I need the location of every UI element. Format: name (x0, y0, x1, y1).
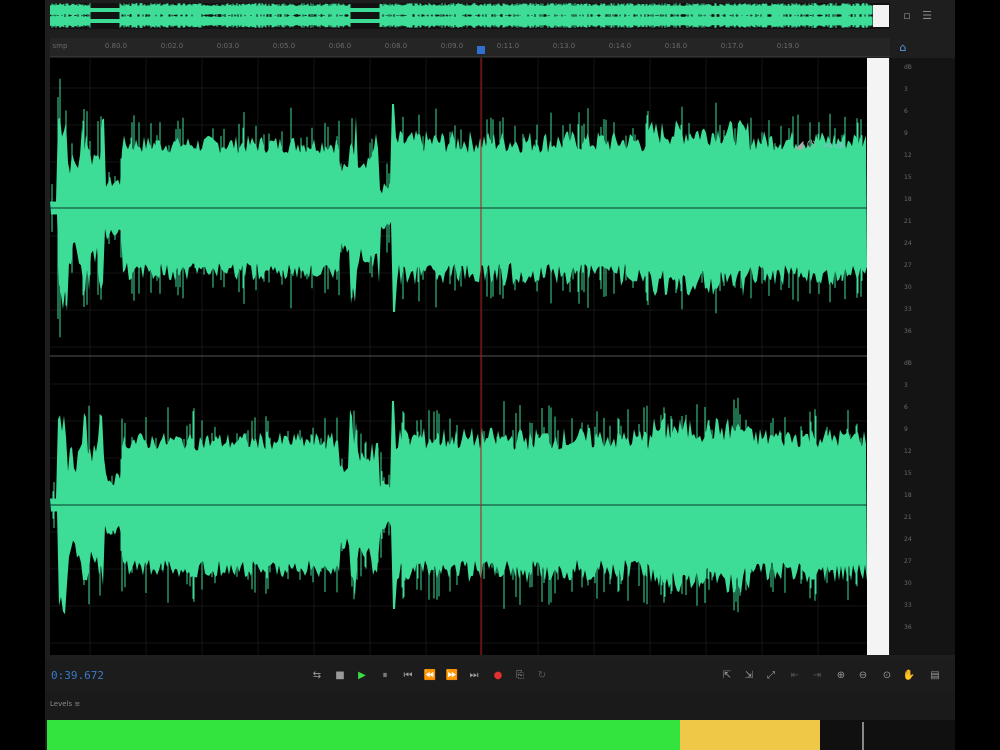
zoom-in-left-icon[interactable]: ⇤ (788, 669, 802, 683)
stop-button[interactable]: ■ (333, 669, 347, 683)
db-scale-label: 3 (904, 382, 908, 389)
db-scale-label: 18 (904, 492, 912, 499)
level-meter-unused (820, 720, 955, 750)
db-scale-label: 6 (904, 108, 908, 115)
db-scale-label: 3 (904, 86, 908, 93)
ruler-tick-label: 0.80.0 (104, 42, 128, 50)
db-scale-label: 30 (904, 580, 912, 587)
db-scale-label: 33 (904, 306, 912, 313)
play-button[interactable]: ▶ (355, 669, 369, 683)
ruler-tick-label: 0:06.0 (328, 42, 352, 50)
ruler-tick-label: smp (52, 42, 68, 50)
skip-forward-button[interactable]: ⏭ (467, 669, 481, 683)
db-scale-label: 18 (904, 196, 912, 203)
time-ruler[interactable]: smp 0.80.0 0:02.0 0:03.0 0:05.0 0:06.0 0:08.0 0… (50, 38, 890, 57)
db-scale-label: dB (904, 64, 912, 71)
pause-button[interactable]: ⏸ (378, 669, 392, 683)
ruler-tick-label: 0:16.0 (664, 42, 688, 50)
ruler-tick-label: 0:19.0 (776, 42, 800, 50)
db-scale-label: 9 (904, 130, 908, 137)
waveform-display[interactable] (50, 58, 867, 655)
ruler-tick-label: 0:14.0 (608, 42, 632, 50)
level-meter-yellow-lower (800, 735, 820, 750)
db-scale-label: 24 (904, 536, 912, 543)
zoom-full-icon[interactable]: ⊙ (880, 669, 894, 683)
hud-amplitude-value: +0 dB (822, 142, 844, 150)
db-scale-label: 15 (904, 174, 912, 181)
loop-selection-icon[interactable]: ↻ (535, 669, 549, 683)
zoom-in-right-icon[interactable]: ⇥ (810, 669, 824, 683)
amplitude-icon: ◢ (795, 138, 804, 151)
zoom-in-amplitude-icon[interactable]: ⇱ (720, 669, 734, 683)
ruler-tick-label: 0:17.0 (720, 42, 744, 50)
power-icon[interactable]: ⏻ (807, 138, 816, 151)
db-scale-label: 6 (904, 404, 908, 411)
db-scale-label: 21 (904, 514, 912, 521)
levels-panel-title: Levels ≡ (50, 700, 81, 708)
zoom-selection-icon[interactable]: ⤢ (764, 669, 778, 683)
db-scale-label: 12 (904, 152, 912, 159)
db-scale-label: 27 (904, 558, 912, 565)
level-meter-yellow (680, 720, 820, 750)
record-button[interactable]: ● (491, 669, 505, 683)
db-scale-label: 21 (904, 218, 912, 225)
db-scale-label: 36 (904, 624, 912, 631)
db-scale-label: 27 (904, 262, 912, 269)
ruler-tick-label: 0:09.0 (440, 42, 464, 50)
panel-menu-icon[interactable]: ☰ (920, 10, 934, 22)
skip-back-button[interactable]: ⏮ (401, 669, 415, 683)
ruler-tick-label: 0:03.0 (216, 42, 240, 50)
ruler-tick-label: 0:05.0 (272, 42, 296, 50)
transport-menu-icon[interactable]: ▤ (928, 669, 942, 683)
hand-tool-icon[interactable]: ✋ (902, 669, 916, 683)
db-scale-label: 33 (904, 602, 912, 609)
transport-bar: 0:39.672 ⇆ ■ ▶ ⏸ ⏮ ⏪ ⏩ ⏭ ● ⎘ ↻ ⇱ ⇲ ⤢ ⇤ ⇥… (45, 660, 955, 692)
levels-panel-header: Levels ≡ (45, 692, 955, 720)
waveform-overview[interactable] (50, 3, 890, 29)
overview-view-window[interactable] (873, 5, 889, 27)
waveform-channel (50, 401, 867, 615)
home-icon[interactable]: ⌂ (896, 42, 910, 54)
vertical-scroll-track[interactable] (867, 58, 889, 655)
waveform-graph (50, 58, 867, 655)
skip-selection-icon[interactable]: ⎘ (513, 669, 527, 683)
playhead-handle[interactable] (477, 46, 485, 54)
zoom-out-time-icon[interactable]: ⊖ (856, 669, 870, 683)
db-scale-panel: dB 3 6 9 12 15 18 21 24 27 30 33 36 dB 3 6 9 12 15 18 21 24 2… (890, 58, 955, 655)
hud-control[interactable]: ◢ ⏻ +0 dB (795, 138, 844, 156)
overview-waveform (50, 3, 873, 28)
peak-indicator (862, 722, 864, 750)
db-scale-label: 15 (904, 470, 912, 477)
fast-forward-button[interactable]: ⏩ (445, 669, 459, 683)
db-scale-label: 9 (904, 426, 908, 433)
ruler-tick-label: 0:08.0 (384, 42, 408, 50)
level-meter-green (47, 720, 680, 750)
loop-icon[interactable]: ⇆ (310, 669, 324, 683)
db-scale-label: 30 (904, 284, 912, 291)
db-scale-label: 12 (904, 448, 912, 455)
db-scale-label: dB (904, 360, 912, 367)
current-time-display[interactable]: 0:39.672 (51, 669, 104, 682)
ruler-tick-label: 0:02.0 (160, 42, 184, 50)
ruler-tick-label: 0:13.0 (552, 42, 576, 50)
ruler-tick-label: 0:11.0 (496, 42, 520, 50)
zoom-out-icon[interactable]: ▫ (900, 10, 914, 22)
rewind-button[interactable]: ⏪ (423, 669, 437, 683)
db-scale-label: 24 (904, 240, 912, 247)
zoom-out-amplitude-icon[interactable]: ⇲ (742, 669, 756, 683)
zoom-in-time-icon[interactable]: ⊕ (834, 669, 848, 683)
db-scale-label: 36 (904, 328, 912, 335)
